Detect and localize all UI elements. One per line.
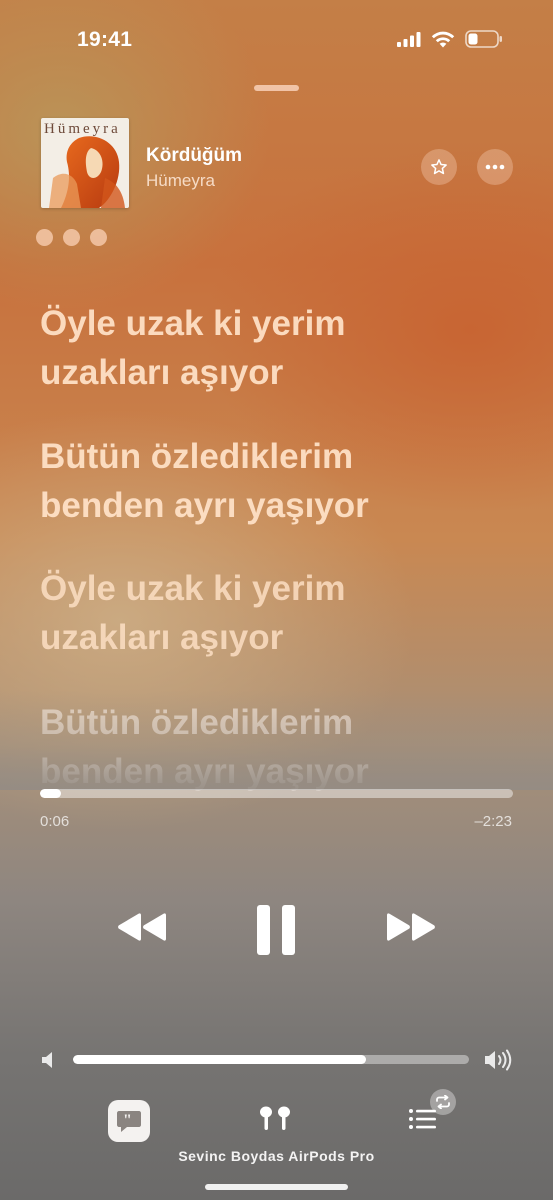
volume-max-icon-wrap [484,1049,512,1076]
home-indicator[interactable] [205,1184,348,1190]
lyric-line-group[interactable]: Bütün özlediklerim benden ayrı yaşıyor [40,432,369,530]
lyric-line[interactable]: uzakları aşıyor [40,613,345,662]
playback-progress-fill [40,789,62,798]
favorite-button[interactable] [421,149,457,185]
airpods-icon [260,1106,290,1130]
speaker-high-icon [485,1049,512,1071]
wifi-icon [431,31,455,48]
fast-forward-button[interactable] [385,911,437,948]
fast-forward-icon [387,913,435,941]
lyrics-button[interactable]: " [108,1100,150,1142]
airpods-output-button[interactable] [257,1105,293,1138]
remaining-time: –2:23 [474,813,512,830]
track-title[interactable]: Kördüğüm [146,145,242,167]
volume-slider[interactable] [73,1055,469,1064]
more-options-button[interactable] [477,149,513,185]
lyric-line[interactable]: Öyle uzak ki yerim [40,564,345,613]
status-time: 19:41 [77,28,133,51]
rewind-button[interactable] [116,911,168,948]
lyric-line-group[interactable]: Öyle uzak ki yerim uzakları aşıyor [40,564,345,662]
lyric-line[interactable]: Bütün özlediklerim [40,698,369,747]
battery-icon [465,30,502,48]
sheet-grabber[interactable] [254,85,299,91]
lyric-line[interactable]: Öyle uzak ki yerim [40,299,345,348]
output-device-label: Sevinc Boydas AirPods Pro [178,1148,375,1164]
quote-bubble-icon: " [117,1111,141,1132]
volume-fill [73,1055,367,1064]
lyric-line[interactable]: uzakları aşıyor [40,348,345,397]
interlude-dot [90,229,107,246]
svg-text:Hümeyra: Hümeyra [44,121,121,137]
playback-scrubber[interactable] [40,789,513,798]
track-artist[interactable]: Hümeyra [146,171,215,191]
volume-min-icon-wrap [41,1051,55,1074]
repeat-icon [436,1095,450,1109]
status-icons [397,30,503,48]
cellular-signal-icon [397,32,421,47]
pause-icon [257,905,295,955]
svg-text:": " [123,1112,132,1129]
rewind-icon [118,913,166,941]
lyrics-interlude-dots [36,229,107,246]
interlude-dot [36,229,53,246]
lyric-line-group[interactable]: Öyle uzak ki yerim uzakları aşıyor [40,299,345,397]
repeat-badge [430,1089,456,1115]
lyric-line[interactable]: benden ayrı yaşıyor [40,481,369,530]
interlude-dot [63,229,80,246]
lyric-line-group[interactable]: Bütün özlediklerim benden ayrı yaşıyor [40,698,369,796]
ellipsis-icon [485,164,505,170]
pause-button[interactable] [255,904,297,961]
album-artwork[interactable]: Hümeyra [41,118,129,208]
star-icon [431,159,447,175]
elapsed-time: 0:06 [40,813,70,830]
lyric-line[interactable]: Bütün özlediklerim [40,432,369,481]
speaker-low-icon [42,1052,52,1068]
